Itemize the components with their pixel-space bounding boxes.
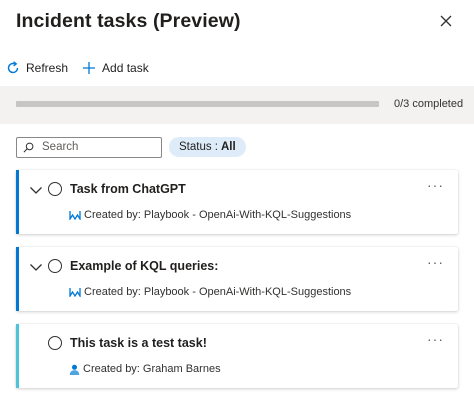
task-complete-checkbox[interactable] — [48, 182, 62, 196]
task-created-by: Created by: Playbook - OpenAi-With-KQL-S… — [69, 286, 351, 298]
progress-bar — [16, 101, 379, 107]
task-card[interactable]: This task is a test task! ··· Created by… — [16, 324, 458, 388]
playbook-icon — [69, 211, 81, 220]
add-task-button[interactable]: Add task — [82, 61, 149, 75]
refresh-icon — [7, 61, 19, 74]
task-accent-bar — [16, 247, 19, 311]
progress-label: 0/3 completed — [394, 98, 464, 110]
search-icon — [23, 142, 34, 152]
progress-section: 0/3 completed — [0, 86, 474, 124]
status-filter-label: Status : — [179, 141, 218, 153]
search-input[interactable] — [42, 141, 152, 153]
more-options-icon[interactable]: ··· — [427, 255, 444, 269]
plus-icon — [83, 62, 96, 74]
task-created-by: Created by: Playbook - OpenAi-With-KQL-S… — [69, 209, 351, 221]
task-created-by-text: Created by: Playbook - OpenAi-With-KQL-S… — [84, 209, 352, 221]
task-created-by: Created by: Graham Barnes — [69, 363, 221, 375]
chevron-down-icon[interactable] — [29, 260, 43, 274]
panel-title: Incident tasks (Preview) — [16, 10, 241, 32]
filter-bar: Status : All — [16, 136, 246, 158]
task-title: Example of KQL queries: — [70, 259, 219, 273]
task-complete-checkbox[interactable] — [48, 259, 62, 273]
chevron-down-icon[interactable] — [29, 183, 43, 197]
task-created-by-text: Created by: Graham Barnes — [83, 363, 221, 375]
more-options-icon[interactable]: ··· — [427, 332, 444, 346]
task-title: Task from ChatGPT — [70, 182, 186, 196]
task-complete-checkbox[interactable] — [48, 336, 62, 350]
panel-header: Incident tasks (Preview) — [16, 6, 458, 38]
close-icon[interactable] — [438, 13, 454, 29]
refresh-button[interactable]: Refresh — [6, 61, 68, 75]
task-created-by-text: Created by: Playbook - OpenAi-With-KQL-S… — [84, 286, 352, 298]
add-task-label: Add task — [102, 61, 149, 75]
refresh-label: Refresh — [26, 61, 69, 75]
toolbar: Refresh Add task — [6, 58, 163, 78]
user-icon — [69, 364, 80, 375]
playbook-icon — [69, 288, 81, 297]
task-title: This task is a test task! — [70, 336, 207, 350]
task-card[interactable]: Task from ChatGPT ··· Created by: Playbo… — [16, 170, 458, 234]
more-options-icon[interactable]: ··· — [427, 178, 444, 192]
task-card[interactable]: Example of KQL queries: ··· Created by: … — [16, 247, 458, 311]
search-box[interactable] — [16, 136, 162, 158]
status-filter[interactable]: Status : All — [169, 137, 246, 157]
status-filter-value: All — [221, 141, 236, 153]
task-accent-bar — [16, 170, 19, 234]
task-accent-bar — [16, 324, 19, 388]
